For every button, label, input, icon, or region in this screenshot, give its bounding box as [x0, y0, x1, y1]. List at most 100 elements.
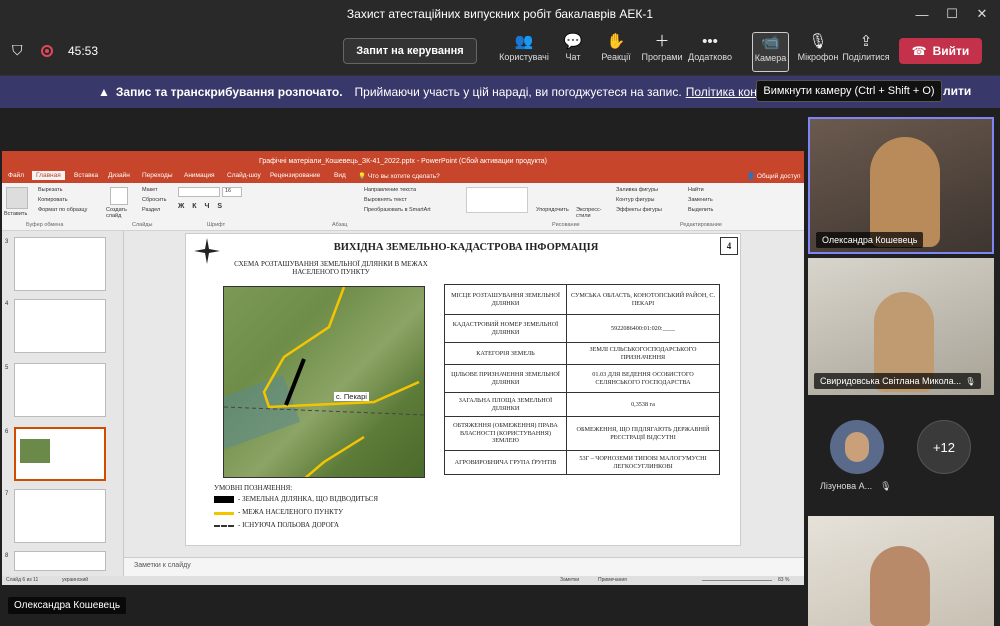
- close-icon[interactable]: ✕: [964, 0, 1000, 28]
- zoom-slider[interactable]: [702, 580, 772, 581]
- thumb-number: 3: [5, 239, 9, 245]
- participant-video-2[interactable]: Свиридовська Світлана Микола... 🎙: [808, 258, 994, 395]
- slide-thumbnail-selected[interactable]: [14, 427, 106, 481]
- people-icon: 👥: [514, 33, 534, 50]
- ppt-title-bar: Графічні матеріали_Кошевець_ЗК-41_2022.p…: [2, 151, 804, 171]
- zoom-level[interactable]: 83 %: [778, 577, 789, 583]
- font-name-select[interactable]: [178, 187, 220, 197]
- mic-off-icon: 🎙: [965, 376, 976, 386]
- compass-rose-icon: [194, 238, 220, 264]
- thumb-number: 6: [5, 429, 9, 435]
- paste-icon: [6, 187, 28, 209]
- legend-swatch-boundary: [214, 512, 234, 515]
- tab-design[interactable]: Дизайн: [108, 172, 130, 179]
- shape-outline-button[interactable]: Контур фигуры: [616, 197, 654, 203]
- participant-video-3[interactable]: [808, 516, 994, 626]
- request-control-button[interactable]: Запит на керування: [343, 38, 477, 64]
- paste-button[interactable]: Вставить: [4, 211, 27, 217]
- shape-effects-button[interactable]: Эффекты фигуры: [616, 207, 662, 213]
- notes-toggle[interactable]: Заметки: [560, 577, 579, 583]
- section-button[interactable]: Раздел: [142, 207, 160, 213]
- more-icon: •••: [702, 33, 718, 50]
- slide-thumbnail[interactable]: [14, 237, 106, 291]
- reset-button[interactable]: Сбросить: [142, 197, 166, 203]
- slides-group: Слайды: [132, 222, 153, 228]
- banner-text: Приймаючи участь у цій нараді, ви погодж…: [354, 85, 682, 99]
- participant-name: Олександра Кошевець: [816, 232, 924, 248]
- ppt-ribbon-tabs: Файл Главная Вставка Дизайн Переходы Ани…: [2, 171, 804, 183]
- slide: ВИХІДНА ЗЕМЕЛЬНО-КАДАСТРОВА ІНФОРМАЦІЯ 4…: [185, 233, 741, 546]
- quick-styles-button[interactable]: Экспресс-стили: [576, 207, 604, 219]
- chat-icon: 💬: [563, 33, 583, 50]
- text-direction-button[interactable]: Направление текста: [364, 187, 416, 193]
- layout-button[interactable]: Макет: [142, 187, 158, 193]
- tab-view[interactable]: Вид: [334, 172, 346, 179]
- table-row: КАДАСТРОВИЙ НОМЕР ЗЕМЕЛЬНОЇ ДІЛЯНКИ 59220…: [444, 314, 720, 343]
- camera-tooltip: Вимкнути камеру (Ctrl + Shift + O): [756, 80, 942, 102]
- warning-icon: ▲: [98, 85, 110, 99]
- shape-fill-button[interactable]: Заливка фигуры: [616, 187, 658, 193]
- new-slide-button[interactable]: Создать слайд: [106, 207, 132, 219]
- font-group: Шрифт: [207, 222, 226, 228]
- more-participants-button[interactable]: +12: [917, 420, 971, 474]
- legend-swatch-road: [214, 525, 234, 527]
- align-text-button[interactable]: Выровнять текст: [364, 197, 407, 203]
- paragraph-group: Абзац: [332, 222, 348, 228]
- slide-heading: ВИХІДНА ЗЕМЕЛЬНО-КАДАСТРОВА ІНФОРМАЦІЯ: [333, 242, 599, 253]
- plus-icon: ＋: [654, 33, 670, 50]
- font-size-select[interactable]: 16: [222, 187, 242, 197]
- thumb-number: 7: [5, 491, 9, 497]
- slide-thumbnail[interactable]: [14, 363, 106, 417]
- slide-thumbnail[interactable]: [14, 551, 106, 571]
- tab-insert[interactable]: Вставка: [74, 172, 98, 179]
- scheme-title: СХЕМА РОЗТАШУВАННЯ ЗЕМЕЛЬНОЇ ДІЛЯНКИ В М…: [234, 260, 428, 276]
- tab-animation[interactable]: Анимация: [184, 172, 215, 179]
- smartart-button[interactable]: Преобразовать в SmartArt: [364, 207, 431, 213]
- tab-home[interactable]: Главная: [32, 171, 65, 180]
- avatar: [870, 137, 940, 247]
- clipboard-group: Буфер обмена: [26, 222, 64, 228]
- new-slide-icon: [110, 187, 128, 205]
- tab-file[interactable]: Файл: [8, 172, 24, 179]
- copy-button[interactable]: Копировать: [38, 197, 68, 203]
- hangup-icon: ☎: [911, 44, 927, 58]
- tab-transitions[interactable]: Переходы: [142, 172, 173, 179]
- language-status[interactable]: украинский: [62, 577, 88, 583]
- table-row: ЗАГАЛЬНА ПЛОЩА ЗЕМЕЛЬНОЇ ДІЛЯНКИ 0,3538 г…: [444, 392, 720, 417]
- shapes-gallery[interactable]: [466, 187, 528, 213]
- slide-counter: Слайд 6 из 11: [6, 577, 39, 583]
- format-painter-button[interactable]: Формат по образцу: [38, 207, 87, 213]
- more-button[interactable]: ••• Додатково: [682, 32, 738, 72]
- leave-button[interactable]: ☎ Вийти: [899, 38, 982, 64]
- table-row: ЦІЛЬОВЕ ПРИЗНАЧЕННЯ ЗЕМЕЛЬНОЇ ДІЛЯНКИ 01.…: [444, 364, 720, 393]
- comments-toggle[interactable]: Примечания: [598, 577, 627, 583]
- select-button[interactable]: Выделить: [688, 207, 713, 213]
- replace-button[interactable]: Заменить: [688, 197, 713, 203]
- tab-slideshow[interactable]: Слайд-шоу: [227, 172, 261, 179]
- title-bar: Захист атестаційних випускних робіт бака…: [0, 0, 1000, 28]
- satellite-map: с. Пекарі: [223, 286, 425, 478]
- cut-button[interactable]: Вырезать: [38, 187, 62, 193]
- tell-me-search[interactable]: 💡 Что вы хотите сделать?: [358, 172, 440, 180]
- tab-review[interactable]: Рецензирование: [270, 172, 320, 179]
- slide-notes[interactable]: Заметки к слайду: [124, 557, 804, 576]
- avatar[interactable]: [830, 420, 884, 474]
- font-format-buttons[interactable]: Ж К Ч S: [178, 203, 225, 210]
- camera-icon: 📹: [761, 34, 780, 51]
- participant-video-1[interactable]: Олександра Кошевець: [808, 117, 994, 254]
- share-button[interactable]: ⇪ Поділитися: [838, 32, 894, 72]
- table-row: МІСЦЕ РОЗТАШУВАННЯ ЗЕМЕЛЬНОЇ ДІЛЯНКИ СУМС…: [444, 284, 720, 315]
- legend-title: УМОВНІ ПОЗНАЧЕННЯ:: [214, 484, 293, 492]
- shield-icon: ⛉: [12, 42, 23, 58]
- camera-button[interactable]: 📹 Камера: [752, 32, 789, 72]
- participants-button[interactable]: 👥 Користувачі: [496, 32, 552, 72]
- arrange-button[interactable]: Упорядочить: [536, 207, 569, 213]
- banner-dismiss-button[interactable]: лити: [943, 84, 971, 98]
- share-link[interactable]: 👤 Общий доступ: [747, 172, 801, 180]
- avatar: [870, 546, 930, 626]
- slide-thumbnail[interactable]: [14, 489, 106, 543]
- find-button[interactable]: Найти: [688, 187, 704, 193]
- slide-thumbnail[interactable]: [14, 299, 106, 353]
- thumb-number: 4: [5, 301, 9, 307]
- legend-swatch-parcel: [214, 496, 234, 503]
